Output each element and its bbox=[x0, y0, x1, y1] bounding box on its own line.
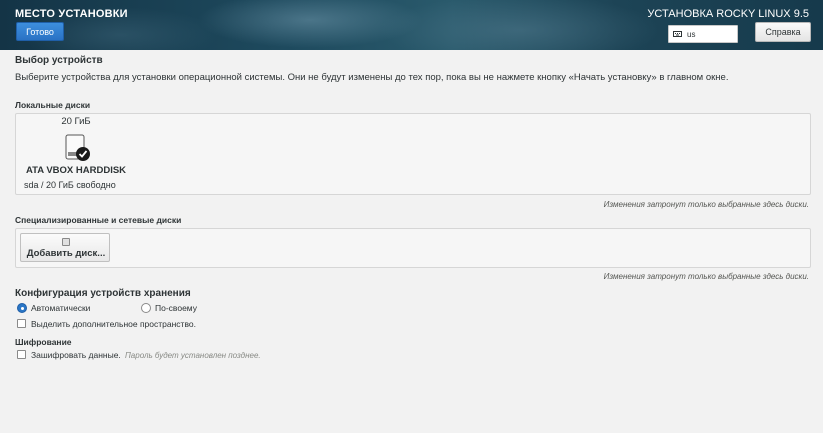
add-disk-label: Добавить диск... bbox=[26, 248, 106, 259]
special-disks-note: Изменения затронут только выбранные здес… bbox=[603, 272, 809, 281]
keyboard-layout-label: us bbox=[687, 29, 696, 39]
local-disks-panel bbox=[15, 113, 811, 195]
help-button[interactable]: Справка bbox=[755, 22, 811, 42]
disk-size: 20 ГиБ bbox=[61, 116, 91, 127]
disk-item[interactable]: 20 ГиБ ATA VBOX HARDDISK sda / 20 ГиБ св… bbox=[21, 116, 131, 192]
product-title: УСТАНОВКА ROCKY LINUX 9.5 bbox=[647, 8, 809, 20]
auto-radio-label[interactable]: Автоматически bbox=[31, 303, 90, 313]
encrypt-label[interactable]: Зашифровать данные. bbox=[31, 350, 121, 360]
header-bar: МЕСТО УСТАНОВКИ УСТАНОВКА ROCKY LINUX 9.… bbox=[0, 0, 823, 50]
extra-space-label[interactable]: Выделить дополнительное пространство. bbox=[31, 319, 196, 329]
add-disk-button[interactable]: Добавить диск... bbox=[20, 233, 110, 262]
custom-radio[interactable] bbox=[141, 303, 151, 313]
disk-name: ATA VBOX HARDDISK bbox=[25, 165, 127, 176]
local-disks-title: Локальные диски bbox=[15, 100, 91, 110]
extra-space-checkbox[interactable] bbox=[17, 319, 26, 328]
page-title: МЕСТО УСТАНОВКИ bbox=[15, 8, 128, 20]
device-selection-description: Выберите устройства для установки операц… bbox=[15, 72, 729, 83]
encrypt-hint: Пароль будет установлен позднее. bbox=[125, 351, 261, 360]
storage-config-title: Конфигурация устройств хранения bbox=[15, 288, 191, 299]
special-disks-panel bbox=[15, 228, 811, 268]
keyboard-layout-indicator[interactable]: us bbox=[668, 25, 738, 43]
keyboard-icon bbox=[673, 31, 682, 37]
device-selection-title: Выбор устройств bbox=[15, 55, 103, 66]
encrypt-checkbox[interactable] bbox=[17, 350, 26, 359]
auto-radio[interactable] bbox=[17, 303, 27, 313]
encryption-title: Шифрование bbox=[15, 337, 72, 347]
disk-icon bbox=[62, 238, 70, 246]
harddisk-icon bbox=[65, 134, 90, 161]
done-button[interactable]: Готово bbox=[16, 22, 64, 41]
local-disks-note: Изменения затронут только выбранные здес… bbox=[603, 200, 809, 209]
custom-radio-label[interactable]: По-своему bbox=[155, 303, 197, 313]
disk-info: sda / 20 ГиБ свободно bbox=[24, 180, 116, 190]
special-disks-title: Специализированные и сетевые диски bbox=[15, 215, 182, 225]
